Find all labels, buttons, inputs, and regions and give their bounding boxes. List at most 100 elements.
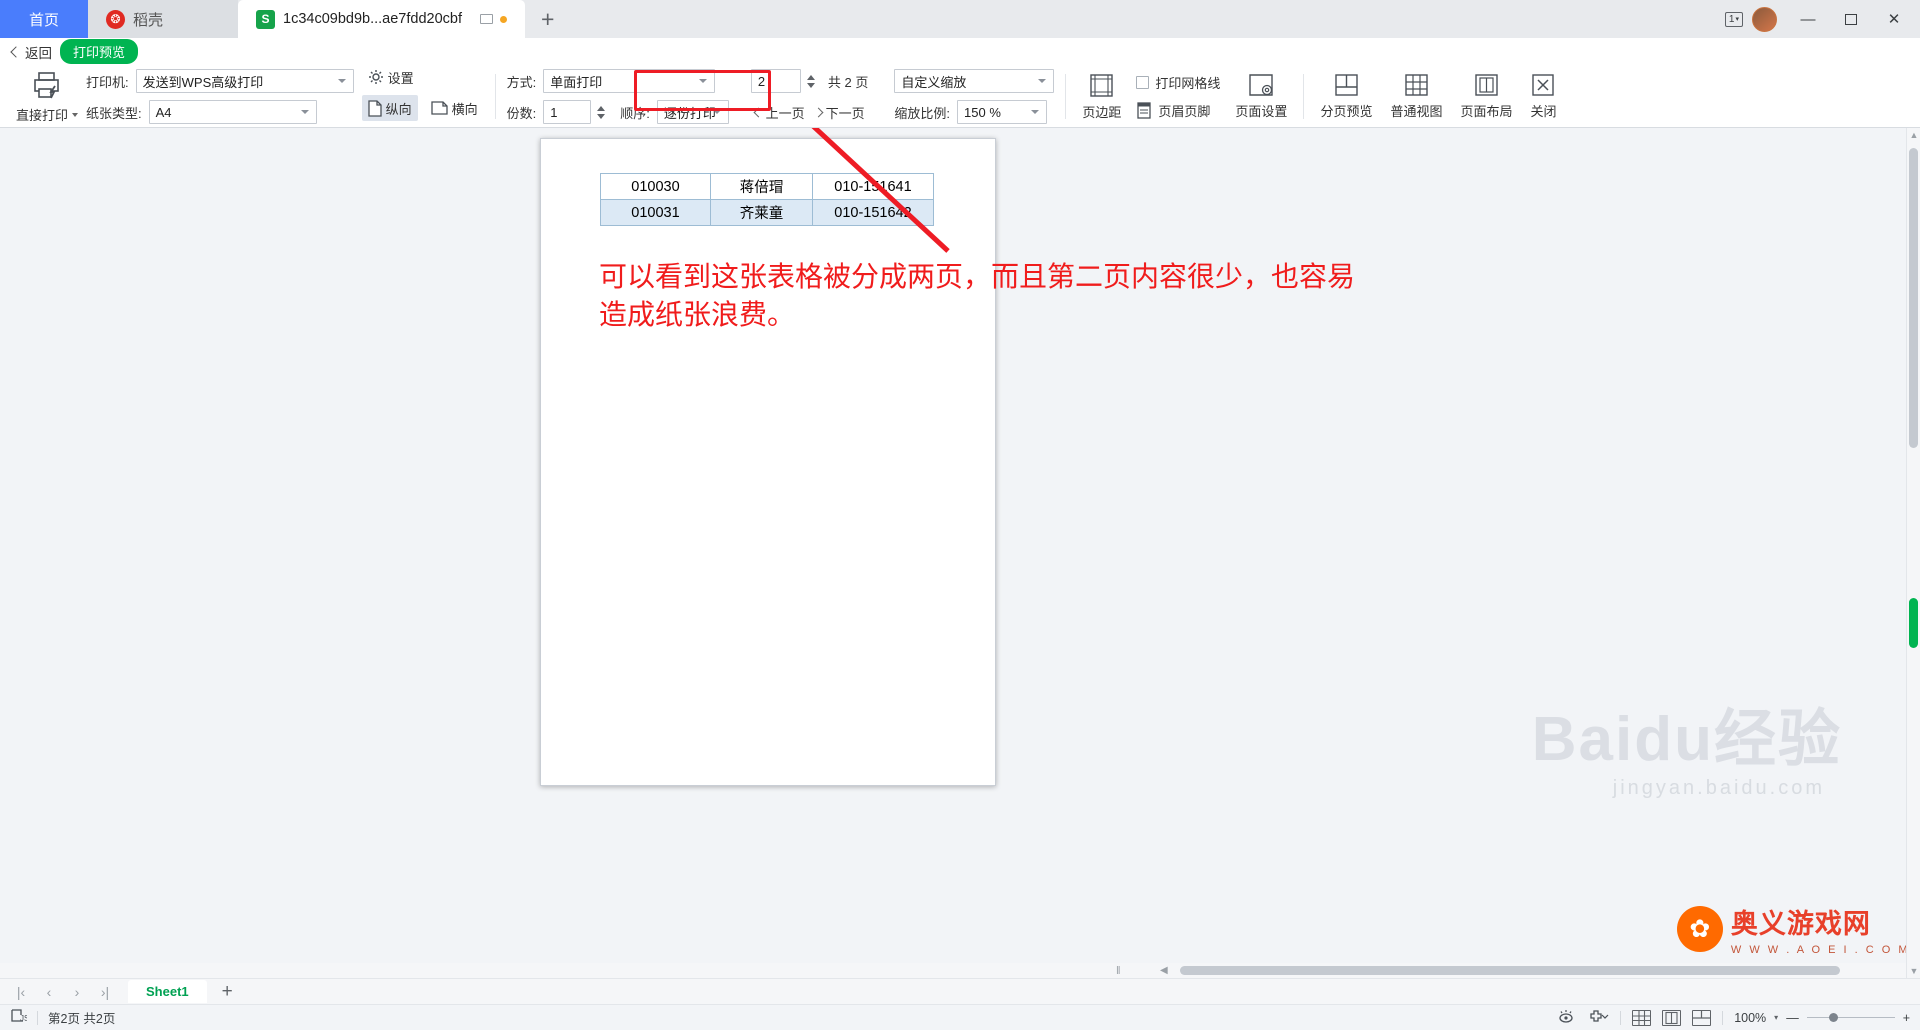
page-number-stepper[interactable] [806,69,815,93]
direct-print-button[interactable]: 直接打印 [16,105,79,124]
vertical-scroll-thumb[interactable] [1909,148,1918,448]
copies-input[interactable]: 1 [543,100,592,124]
scroll-position-marker[interactable] [1909,598,1918,648]
zoom-out-button[interactable]: — [1786,1011,1799,1025]
zoom-slider-track[interactable] [1806,1012,1895,1022]
zoom-in-button[interactable]: + [1903,1011,1910,1025]
next-page-label: 下一页 [825,105,865,121]
order-select[interactable]: 逐份打印 [656,100,729,124]
chevron-down-icon [72,112,79,117]
monitor-icon [479,14,493,24]
chevron-down-icon [712,110,721,114]
vertical-scrollbar[interactable]: ▲ ▼ [1906,128,1920,978]
paper-type-select[interactable]: A4 [148,100,317,124]
printer-icon[interactable] [30,69,64,101]
tab-home-label: 首页 [28,11,59,29]
page-setup-button[interactable]: 页面设置 [1226,66,1296,127]
page-total-label: 共 2 页 [827,74,869,90]
minimize-button[interactable]: — [1788,3,1828,35]
tab-home[interactable]: 首页 [0,0,88,38]
window-count-badge[interactable]: 1 ▾ [1724,11,1743,27]
prev-sheet-button[interactable]: ‹ [36,980,62,1004]
stepper-up-icon[interactable] [806,74,815,80]
daoke-logo-icon: ❂ [106,9,125,29]
scroll-left-icon[interactable]: ◀ [1160,965,1168,976]
chevron-down-icon [300,110,309,114]
table-row: 010030 蒋倍瑁 010-151641 [600,173,934,200]
horizontal-scroll-thumb[interactable] [1180,966,1840,975]
scroll-down-icon[interactable]: ▼ [1907,964,1920,978]
copies-label: 份数: [506,105,537,121]
add-sheet-button[interactable]: + [209,981,246,1003]
print-gridlines-checkbox[interactable]: 打印网格线 [1136,73,1220,92]
back-button[interactable]: 返回 [10,42,52,62]
settings-button[interactable]: 设置 [362,64,420,90]
split-handle-icon[interactable]: ‖ [1116,965,1121,977]
last-sheet-button[interactable]: ›| [92,980,118,1004]
normal-view-button[interactable]: 普通视图 [1381,66,1451,127]
printer-select[interactable]: 发送到WPS高级打印 [135,69,354,93]
zoom-level-label[interactable]: 100% [1734,1011,1766,1025]
next-sheet-button[interactable]: › [64,980,90,1004]
tab-daoke[interactable]: ❂ 稻壳 [88,0,238,38]
settings-label: 设置 [387,70,414,86]
page-break-preview-button[interactable]: 分页预览 [1311,66,1381,127]
close-preview-label: 关闭 [1530,104,1557,119]
table-row: 010031 齐莱童 010-151642 [600,199,934,226]
zoom-slider-knob[interactable] [1828,1012,1838,1022]
svg-text:JS: JS [20,1014,27,1023]
new-tab-button[interactable]: + [525,0,570,38]
print-toolbar: 直接打印 打印机: 发送到WPS高级打印 纸张类型: A4 设置 纵向 横向 方… [0,66,1920,128]
tab-status-icons [479,14,507,24]
sheet-tab-sheet1[interactable]: Sheet1 [128,980,207,1003]
page-number-input[interactable]: 2 [750,69,801,93]
printer-label: 打印机: [86,74,129,90]
scroll-up-icon[interactable]: ▲ [1907,128,1920,142]
page-layout-label: 页面布局 [1460,104,1513,119]
close-preview-button[interactable]: 关闭 [1521,66,1565,127]
orientation-portrait-button[interactable]: 纵向 [361,95,418,121]
next-page-button[interactable]: 下一页 [813,103,865,122]
move-tool-icon[interactable] [1587,1009,1609,1027]
stepper-down-icon[interactable] [597,113,606,119]
view-page-break-icon[interactable] [1692,1009,1712,1026]
cell-phone: 010-151642 [812,199,934,226]
page-layout-button[interactable]: 页面布局 [1451,66,1521,127]
orientation-landscape-button[interactable]: 横向 [425,95,484,121]
printer-group: 直接打印 [6,66,82,127]
close-window-button[interactable]: ✕ [1874,3,1914,35]
paper-type-value: A4 [155,104,172,120]
scale-mode-select[interactable]: 自定义缩放 [894,69,1055,93]
margins-button[interactable]: 页边距 [1073,66,1130,127]
page-navigation-group: 2 共 2 页 上一页 下一页 [747,66,872,127]
landscape-page-icon [431,101,448,115]
copies-value: 1 [550,104,558,120]
view-page-layout-icon[interactable] [1662,1009,1682,1026]
aoyou-title: 奥义游戏网 [1730,909,1871,939]
stepper-down-icon[interactable] [806,82,815,88]
copies-stepper[interactable] [597,100,606,124]
first-sheet-button[interactable]: |‹ [8,980,34,1004]
page-break-preview-label: 分页预览 [1320,104,1373,119]
preview-workspace: 010030 蒋倍瑁 010-151641 010031 齐莱童 010-151… [0,128,1920,978]
stepper-up-icon[interactable] [597,105,606,111]
tab-document[interactable]: S 1c34c09bd9b...ae7fdd20cbf [238,0,525,38]
aoyou-url: W W W . A O E I . C O M [1730,944,1910,956]
macro-icon[interactable]: JS [10,1008,29,1027]
portrait-page-icon [367,99,382,117]
normal-view-icon [1405,74,1428,96]
horizontal-scrollbar[interactable]: ‖ ◀ [0,963,1906,978]
checkbox-icon[interactable] [1136,76,1150,89]
maximize-button[interactable] [1831,3,1871,35]
header-footer-button[interactable]: 页眉页脚 [1136,101,1220,120]
print-preview-badge: 打印预览 [60,39,139,64]
divider [1722,1010,1724,1025]
view-normal-icon[interactable] [1632,1009,1652,1026]
prev-page-button[interactable]: 上一页 [753,103,805,122]
print-gridlines-label: 打印网格线 [1155,76,1221,91]
chevron-down-icon[interactable]: ▾ [1774,1013,1778,1022]
method-select[interactable]: 单面打印 [543,69,716,93]
avatar[interactable] [1752,6,1777,32]
scale-ratio-select[interactable]: 150 % [957,100,1048,124]
eye-icon[interactable] [1556,1009,1576,1026]
